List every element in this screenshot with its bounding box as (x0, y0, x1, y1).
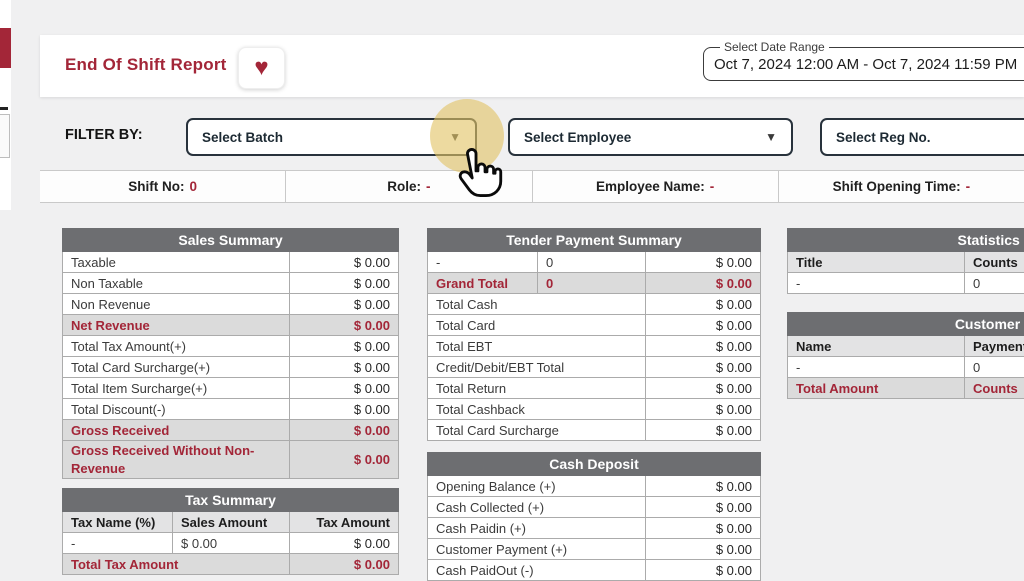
customer-payments-table: Customer Payments Name Payment - 0 Total… (787, 312, 1024, 399)
date-range-label: Select Date Range (720, 40, 829, 54)
table-row: Total Cash$ 0.00 (428, 294, 761, 315)
table-row-total: Gross Received$ 0.00 (63, 420, 399, 441)
left-edge-accent-block (0, 28, 11, 68)
table-row: Total Return$ 0.00 (428, 378, 761, 399)
table-row: Total EBT$ 0.00 (428, 336, 761, 357)
table-row: - 0 (788, 357, 1024, 378)
chevron-down-icon: ▼ (765, 130, 777, 144)
select-regno-placeholder: Select Reg No. (836, 130, 931, 145)
employee-name-label: Employee Name: (596, 179, 705, 194)
tax-summary-table: Tax Summary Tax Name (%) Sales Amount Ta… (62, 488, 399, 575)
tender-payment-summary-table: Tender Payment Summary - 0 $ 0.00 Grand … (427, 228, 761, 441)
table-row: Total Item Surcharge(+)$ 0.00 (63, 378, 399, 399)
table-row: Cash PaidOut (-)$ 0.00 (428, 560, 761, 581)
select-batch-placeholder: Select Batch (202, 130, 283, 145)
table-row: Non Taxable$ 0.00 (63, 273, 399, 294)
table-row-total: Net Revenue$ 0.00 (63, 315, 399, 336)
table-header-row: Name Payment (788, 336, 1024, 357)
sales-summary-title: Sales Summary (63, 229, 399, 252)
table-row: Credit/Debit/EBT Total$ 0.00 (428, 357, 761, 378)
heart-icon: ♥ (254, 56, 268, 80)
table-row-total: Gross Received Without Non-Revenue$ 0.00 (63, 441, 399, 479)
role-cell: Role: - (286, 171, 532, 202)
shift-no-value: 0 (189, 179, 197, 194)
select-regno-dropdown[interactable]: Select Reg No. ▼ (820, 118, 1024, 156)
customer-payments-title: Customer Payments (788, 313, 1024, 336)
statistics-summary-title: Statistics Summary (788, 229, 1024, 252)
chevron-down-icon: ▼ (449, 130, 461, 144)
left-edge-peek-box (0, 114, 10, 158)
left-edge-divider (0, 107, 8, 110)
shift-opening-time-cell: Shift Opening Time: - (779, 171, 1024, 202)
table-row: - 0 $ 0.00 (428, 252, 761, 273)
table-row: Cash Paidin (+)$ 0.00 (428, 518, 761, 539)
select-batch-dropdown[interactable]: Select Batch ▼ (186, 118, 477, 156)
table-row: Cash Collected (+)$ 0.00 (428, 497, 761, 518)
table-row: Total Cashback$ 0.00 (428, 399, 761, 420)
table-row: - $ 0.00 $ 0.00 (63, 533, 399, 554)
employee-name-cell: Employee Name: - (533, 171, 779, 202)
filter-by-label: FILTER BY: (65, 127, 143, 143)
role-label: Role: (387, 179, 421, 194)
table-row-total: Grand Total 0 $ 0.00 (428, 273, 761, 294)
report-header-card: End Of Shift Report ♥ Select Date Range … (40, 35, 1024, 97)
page-title: End Of Shift Report (65, 55, 227, 75)
cash-deposit-table: Cash Deposit Opening Balance (+)$ 0.00 C… (427, 452, 761, 581)
select-employee-placeholder: Select Employee (524, 130, 631, 145)
tender-payment-summary-title: Tender Payment Summary (428, 229, 761, 252)
table-row-total: Total Amount Counts (788, 378, 1024, 399)
table-row: Total Tax Amount(+)$ 0.00 (63, 336, 399, 357)
table-row: Opening Balance (+)$ 0.00 (428, 476, 761, 497)
table-row: Non Revenue$ 0.00 (63, 294, 399, 315)
table-row: Taxable$ 0.00 (63, 252, 399, 273)
end-of-shift-report-page: { "colors": { "brand_red": "#a32638", "t… (0, 0, 1024, 575)
favorite-button[interactable]: ♥ (238, 47, 285, 89)
table-header-row: Title Counts (788, 252, 1024, 273)
table-row: Total Card Surcharge(+)$ 0.00 (63, 357, 399, 378)
date-range-field[interactable]: Select Date Range Oct 7, 2024 12:00 AM -… (703, 40, 1024, 81)
table-row: Total Card Surcharge$ 0.00 (428, 420, 761, 441)
shift-opening-time-label: Shift Opening Time: (833, 179, 961, 194)
employee-name-value: - (710, 179, 715, 194)
select-employee-dropdown[interactable]: Select Employee ▼ (508, 118, 793, 156)
statistics-summary-table: Statistics Summary Title Counts - 0 (787, 228, 1024, 294)
table-row: Total Discount(-)$ 0.00 (63, 399, 399, 420)
role-value: - (426, 179, 431, 194)
tax-summary-title: Tax Summary (63, 489, 399, 512)
shift-no-label: Shift No: (128, 179, 184, 194)
table-row: Customer Payment (+)$ 0.00 (428, 539, 761, 560)
table-row: Total Card$ 0.00 (428, 315, 761, 336)
table-header-row: Tax Name (%) Sales Amount Tax Amount (63, 512, 399, 533)
date-range-value: Oct 7, 2024 12:00 AM - Oct 7, 2024 11:59… (714, 56, 1024, 73)
table-row: - 0 (788, 273, 1024, 294)
shift-no-cell: Shift No: 0 (40, 171, 286, 202)
shift-opening-time-value: - (966, 179, 971, 194)
shift-info-bar: Shift No: 0 Role: - Employee Name: - Shi… (40, 170, 1024, 203)
table-row-total: Total Tax Amount $ 0.00 (63, 554, 399, 575)
sales-summary-table: Sales Summary Taxable$ 0.00 Non Taxable$… (62, 228, 399, 479)
cash-deposit-title: Cash Deposit (428, 453, 761, 476)
